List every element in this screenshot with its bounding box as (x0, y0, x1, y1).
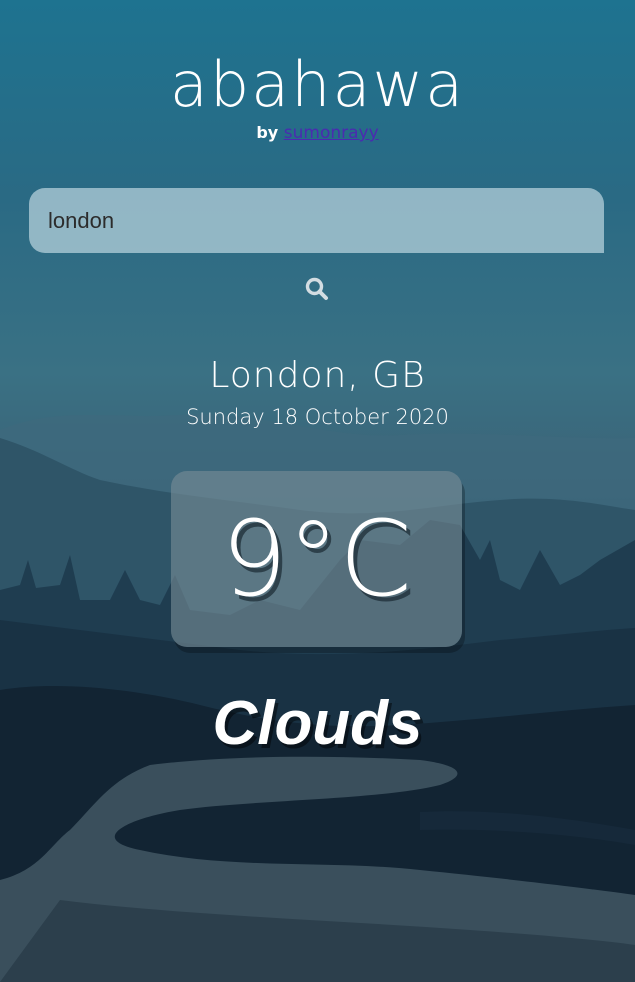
temperature-card: 9°C (171, 471, 462, 647)
temperature-value: 9°C (221, 498, 412, 620)
byline: by sumonrayy (0, 123, 635, 143)
search-icon (305, 277, 328, 300)
search-input[interactable] (29, 188, 604, 253)
author-link[interactable]: sumonrayy (284, 123, 379, 143)
app-background: abahawa by sumonrayy London, GB Sunday 1… (0, 0, 635, 982)
location-name: London, GB (209, 355, 426, 396)
current-date: Sunday 18 October 2020 (186, 405, 449, 429)
search-box (29, 188, 604, 253)
weather-app: abahawa by sumonrayy London, GB Sunday 1… (0, 0, 635, 982)
app-title: abahawa (169, 48, 466, 121)
byline-label: by (256, 123, 279, 142)
weather-condition: Clouds (212, 689, 423, 758)
search-button[interactable] (304, 276, 330, 302)
